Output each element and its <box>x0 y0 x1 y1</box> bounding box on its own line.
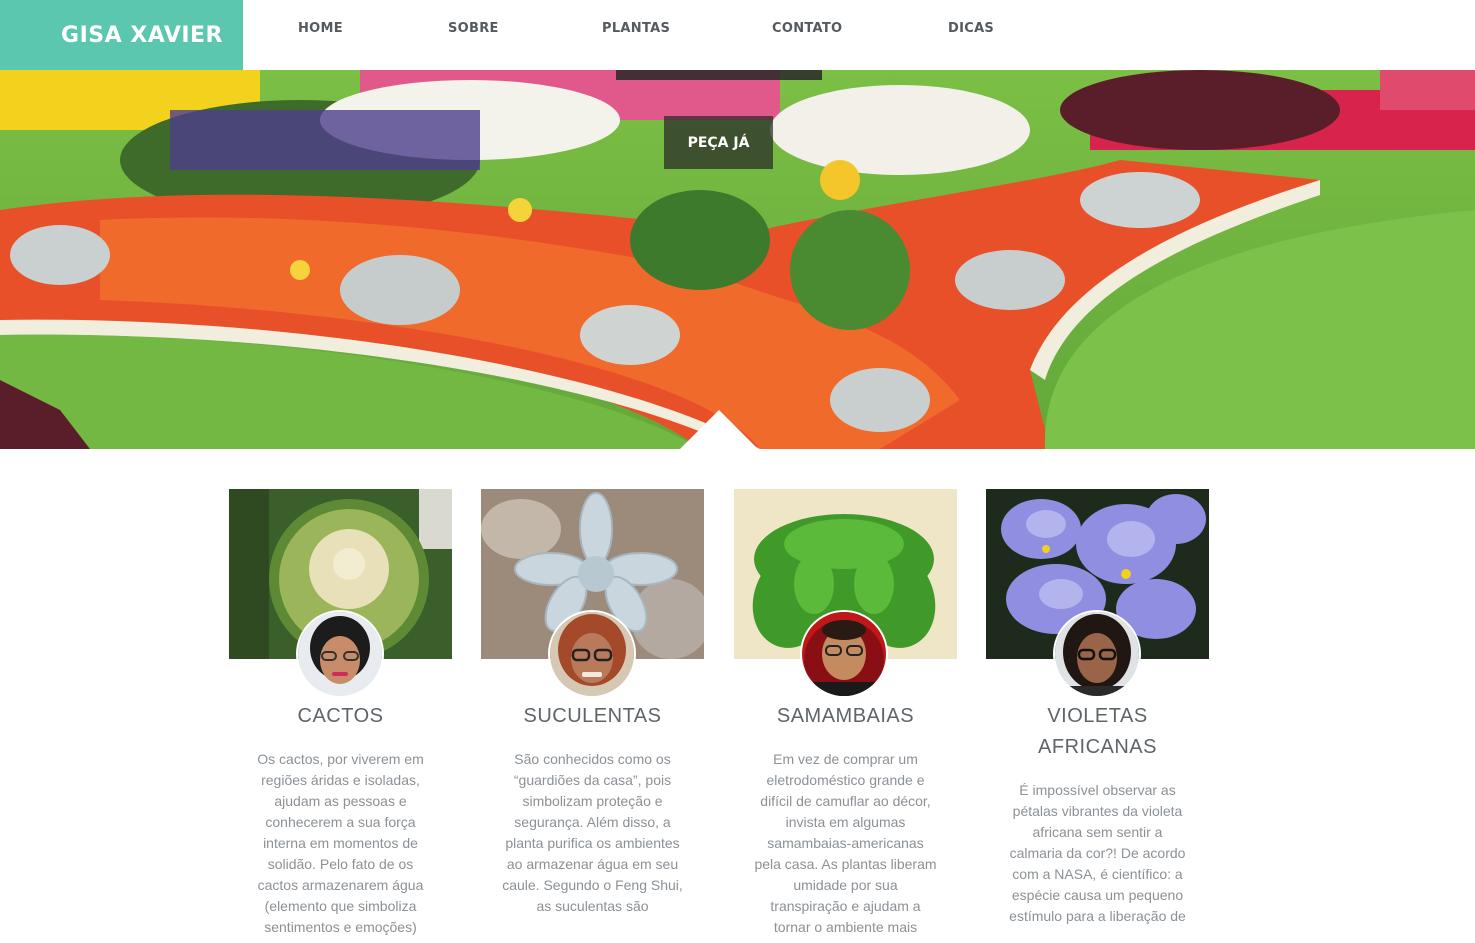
peca-ja-button[interactable]: PEÇA JÁ <box>664 116 773 169</box>
top-navbar: GISA XAVIER HOME SOBRE PLANTAS CONTATO D… <box>0 0 1475 70</box>
hero-notch <box>680 410 758 449</box>
nav-sobre[interactable]: SOBRE <box>448 21 499 36</box>
card-violetas-title: VIOLETAS AFRICANAS <box>1038 705 1157 758</box>
nav-home[interactable]: HOME <box>298 21 343 36</box>
card-cactos-avatar <box>296 610 384 698</box>
hero-top-bar <box>616 70 822 80</box>
card-suculentas-avatar <box>548 610 636 698</box>
nav-contato[interactable]: CONTATO <box>772 21 842 36</box>
card-suculentas-text: São conhecidos como os “guardiões da cas… <box>502 751 683 914</box>
card-samambaias-text: Em vez de comprar um eletrodoméstico gra… <box>754 751 937 935</box>
card-suculentas-title: SUCULENTAS <box>523 705 662 727</box>
card-samambaias-avatar <box>800 610 888 698</box>
card-cactos-title: CACTOS <box>297 705 384 727</box>
card-cactos-text: Os cactos, por viverem em regiões áridas… <box>257 751 424 935</box>
card-samambaias-title: SAMAMBAIAS <box>776 705 915 727</box>
nav-dicas[interactable]: DICAS <box>948 21 994 36</box>
brand-logo[interactable]: GISA XAVIER <box>0 0 243 70</box>
card-violetas-text: É impossível observar as pétalas vibrant… <box>1009 782 1186 924</box>
nav-plantas[interactable]: PLANTAS <box>602 21 670 36</box>
hero-banner: PEÇA JÁ <box>0 70 1475 449</box>
card-violetas-avatar <box>1053 610 1141 698</box>
